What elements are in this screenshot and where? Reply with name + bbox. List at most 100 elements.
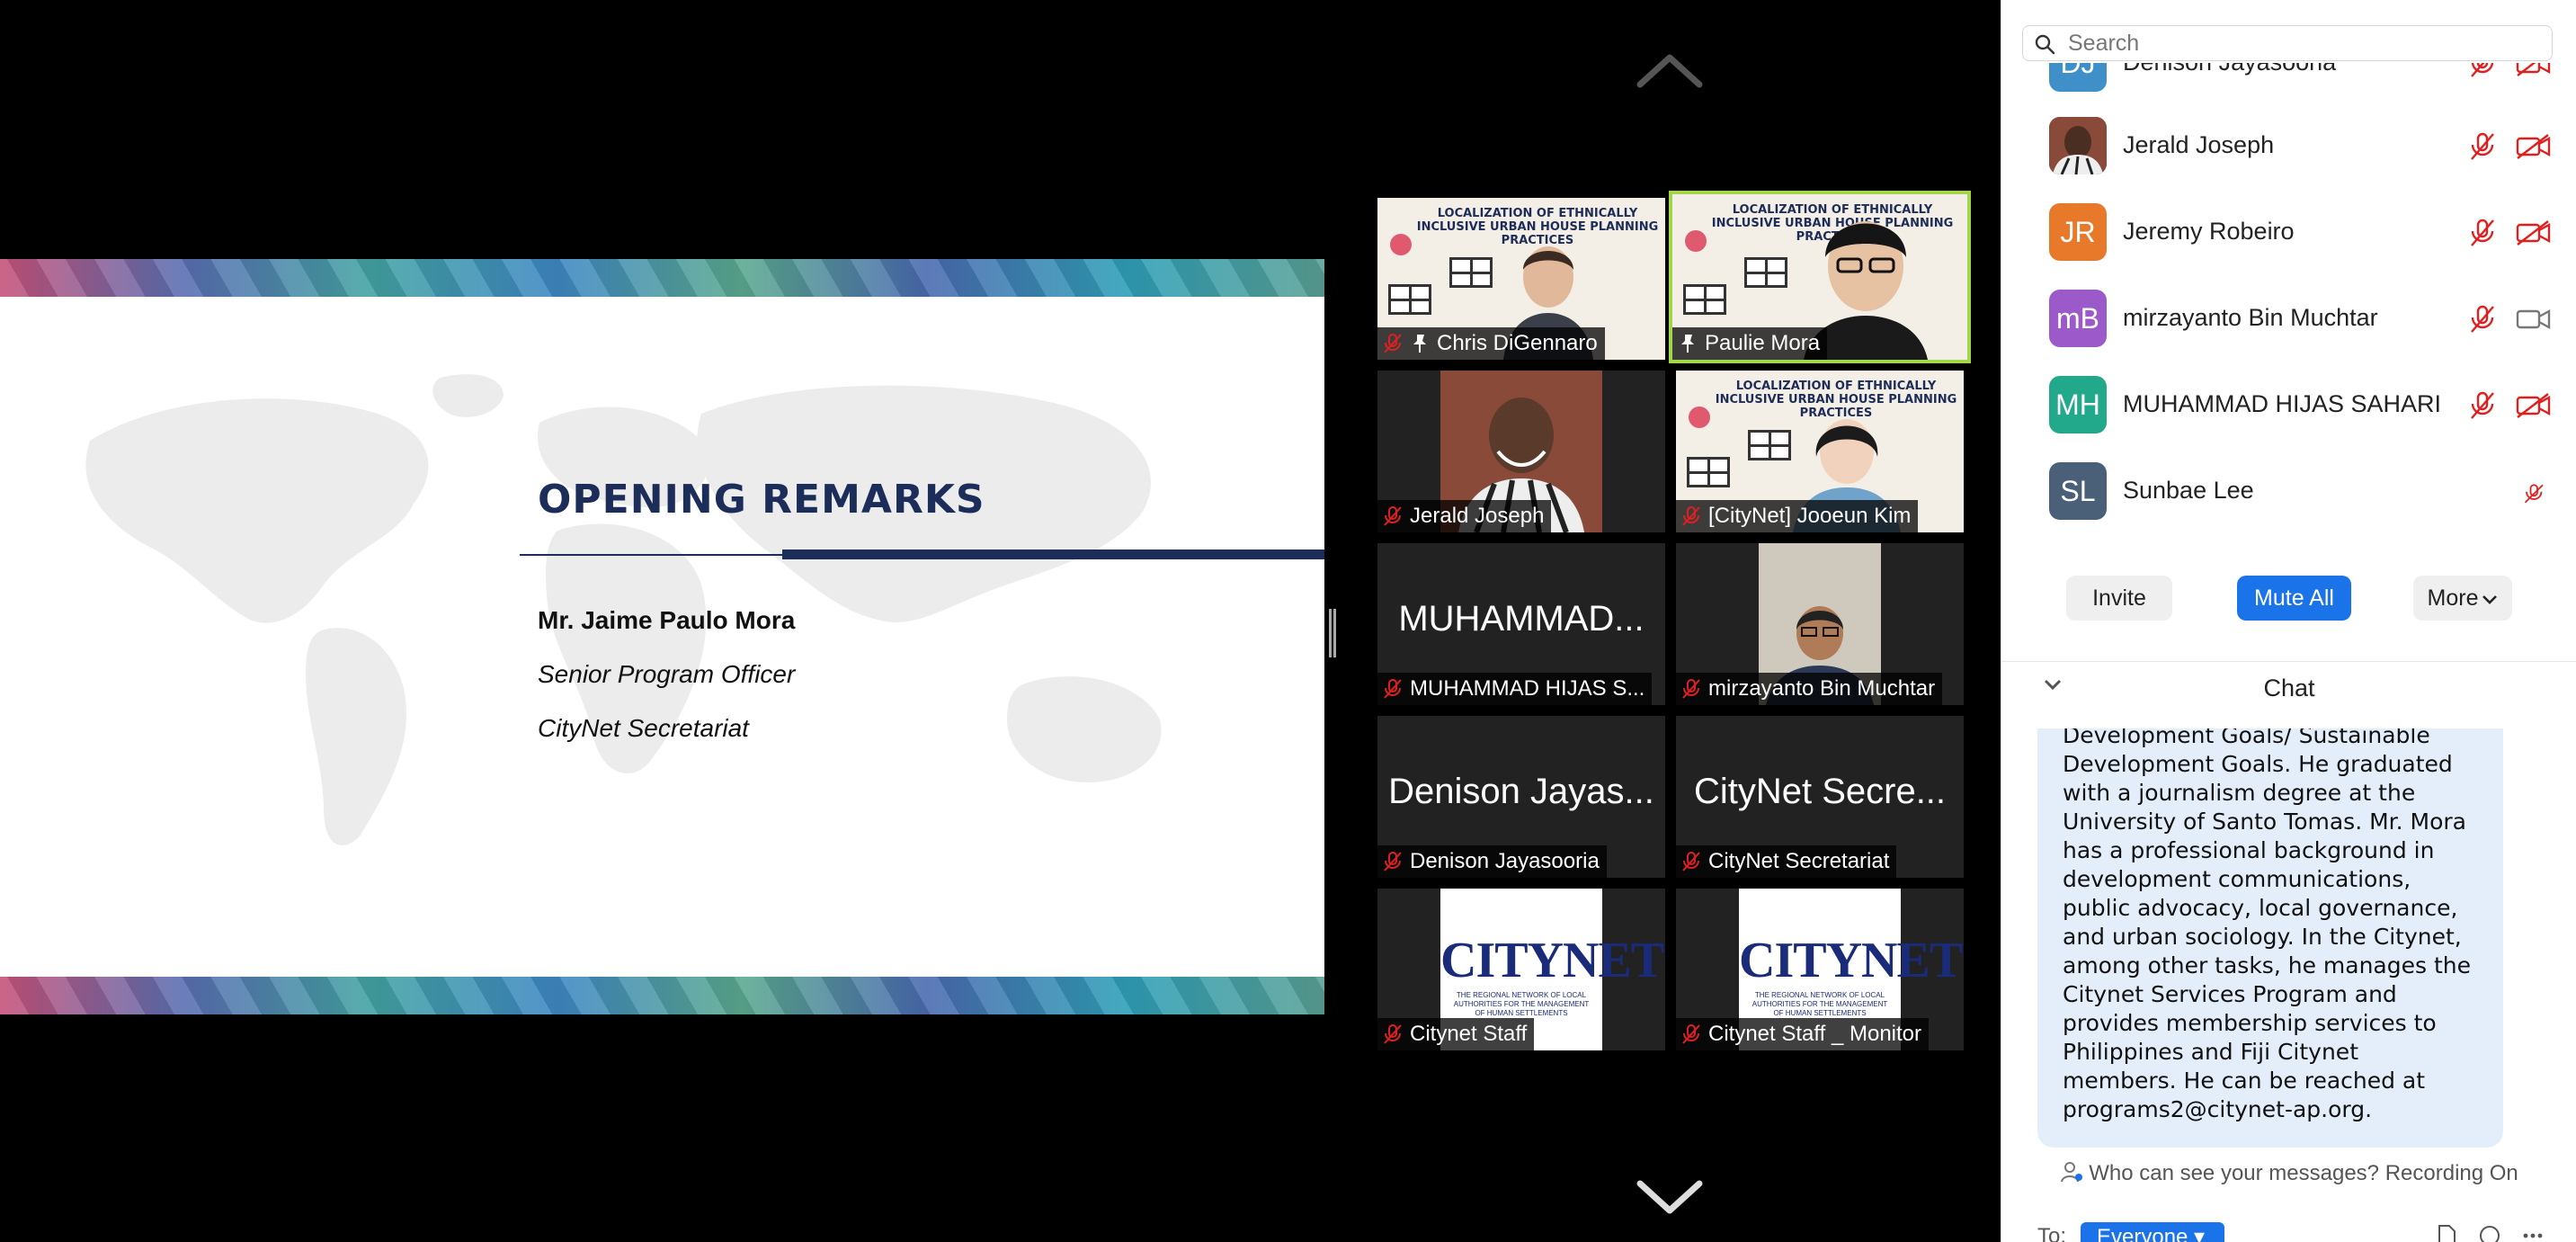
tile-name: Paulie Mora bbox=[1705, 331, 1821, 355]
mic-off-icon bbox=[1682, 852, 1700, 871]
mic-off-icon bbox=[1384, 679, 1402, 699]
participant-row[interactable]: mB mirzayanto Bin Muchtar bbox=[2001, 273, 2576, 360]
mic-off-icon bbox=[1384, 334, 1402, 353]
to-label: To: bbox=[2037, 1224, 2067, 1242]
participant-name: Jerald Joseph bbox=[2123, 131, 2275, 158]
tile-name-label: Citynet Staff _ Monitor bbox=[1676, 1018, 1929, 1050]
video-tile[interactable]: CITYNET THE REGIONAL NETWORK OF LOCAL AU… bbox=[1377, 889, 1665, 1050]
view-splitter-handle[interactable] bbox=[1329, 609, 1336, 657]
slide-top-stripe bbox=[0, 259, 1324, 297]
page-down-arrow-icon[interactable] bbox=[1636, 1180, 1703, 1216]
avatar: MH bbox=[2049, 376, 2107, 433]
tile-display-name: Denison Jayas... bbox=[1388, 772, 1654, 811]
logo-wordmark: CITYNET bbox=[1739, 933, 1963, 988]
mic-off-icon[interactable] bbox=[2469, 304, 2496, 335]
participant-name: Jeremy Robeiro bbox=[2123, 218, 2295, 245]
tile-name: Citynet Staff _ Monitor bbox=[1708, 1022, 1921, 1046]
video-tile[interactable]: Jerald Joseph bbox=[1377, 371, 1665, 532]
tile-name: MUHAMMAD HIJAS S... bbox=[1410, 676, 1645, 701]
file-icon[interactable] bbox=[2435, 1224, 2458, 1242]
avatar-photo bbox=[2049, 117, 2107, 174]
participant-name: MUHAMMAD HIJAS SAHARI bbox=[2123, 390, 2442, 417]
tile-name: Chris DiGennaro bbox=[1437, 331, 1598, 355]
video-off-icon[interactable] bbox=[2516, 392, 2552, 419]
mic-off-icon bbox=[1682, 506, 1700, 526]
slide-bottom-stripe bbox=[0, 977, 1324, 1014]
video-tile[interactable]: CITYNET THE REGIONAL NETWORK OF LOCAL AU… bbox=[1676, 889, 1964, 1050]
mic-off-icon[interactable] bbox=[2469, 63, 2496, 79]
more-button[interactable]: More bbox=[2413, 576, 2512, 621]
meeting-stage: OPENING REMARKS Mr. Jaime Paulo Mora Sen… bbox=[0, 0, 2001, 1242]
video-on-icon[interactable] bbox=[2516, 306, 2552, 333]
video-tile[interactable]: mirzayanto Bin Muchtar bbox=[1676, 543, 1964, 705]
person-info-icon bbox=[2061, 1162, 2083, 1183]
shared-screen-slide: OPENING REMARKS Mr. Jaime Paulo Mora Sen… bbox=[0, 217, 1324, 1053]
tile-name-label: Paulie Mora bbox=[1672, 327, 1828, 360]
mic-off-icon[interactable] bbox=[2521, 478, 2548, 509]
slide-body: OPENING REMARKS Mr. Jaime Paulo Mora Sen… bbox=[0, 297, 1324, 977]
chat-header: Chat bbox=[2001, 661, 2576, 711]
mic-off-icon bbox=[1384, 852, 1402, 871]
tile-name: Jerald Joseph bbox=[1410, 504, 1545, 528]
more-label: More bbox=[2427, 585, 2479, 611]
side-panel: DJ Denison Jayasooria Jerald Joseph JR J… bbox=[2001, 0, 2576, 1242]
video-off-icon[interactable] bbox=[2516, 63, 2552, 77]
tile-name: Denison Jayasooria bbox=[1410, 849, 1600, 873]
logo-subtitle: THE REGIONAL NETWORK OF LOCAL AUTHORITIE… bbox=[1752, 991, 1888, 1017]
participant-row[interactable]: DJ Denison Jayasooria bbox=[2001, 63, 2576, 104]
speaker-organization: CityNet Secretariat bbox=[538, 714, 749, 742]
chat-title: Chat bbox=[2263, 675, 2315, 701]
mic-off-icon[interactable] bbox=[2469, 390, 2496, 421]
mic-off-icon bbox=[1384, 506, 1402, 526]
chat-recipient-row: To: Everyone ▾ bbox=[2001, 1219, 2576, 1242]
speaker-role: Senior Program Officer bbox=[538, 660, 796, 688]
pin-icon bbox=[1413, 335, 1426, 353]
mic-off-icon bbox=[1384, 1024, 1402, 1044]
avatar: SL bbox=[2049, 462, 2107, 520]
tile-name: Citynet Staff bbox=[1410, 1022, 1528, 1046]
invite-button[interactable]: Invite bbox=[2066, 576, 2172, 621]
participant-list[interactable]: DJ Denison Jayasooria Jerald Joseph JR J… bbox=[2001, 63, 2576, 535]
emoji-icon[interactable] bbox=[2478, 1224, 2501, 1242]
video-tile-active-speaker[interactable]: LOCALIZATION OF ETHNICALLY INCLUSIVE URB… bbox=[1669, 191, 1971, 363]
avatar bbox=[2049, 117, 2107, 174]
avatar: mB bbox=[2049, 290, 2107, 347]
participant-row[interactable]: Jerald Joseph bbox=[2001, 101, 2576, 187]
video-tile[interactable]: LOCALIZATION OF ETHNICALLY INCLUSIVE URB… bbox=[1377, 198, 1665, 360]
avatar: JR bbox=[2049, 203, 2107, 261]
tile-display-name: MUHAMMAD... bbox=[1398, 599, 1645, 639]
video-off-icon[interactable] bbox=[2516, 133, 2552, 160]
mic-off-icon[interactable] bbox=[2469, 131, 2496, 162]
logo-subtitle: THE REGIONAL NETWORK OF LOCAL AUTHORITIE… bbox=[1453, 991, 1590, 1017]
participant-name: mirzayanto Bin Muchtar bbox=[2123, 304, 2378, 331]
video-tile[interactable]: Denison Jayas... Denison Jayasooria bbox=[1377, 716, 1665, 878]
participant-row[interactable]: MH MUHAMMAD HIJAS SAHARI bbox=[2001, 360, 2576, 446]
video-tile[interactable]: MUHAMMAD... MUHAMMAD HIJAS S... bbox=[1377, 543, 1665, 705]
tile-name: CityNet Secretariat bbox=[1708, 849, 1890, 873]
search-input[interactable] bbox=[2068, 30, 2536, 57]
tile-name: [CityNet] Jooeun Kim bbox=[1708, 504, 1912, 528]
slide-title: OPENING REMARKS bbox=[538, 477, 985, 523]
participant-search[interactable] bbox=[2022, 25, 2553, 61]
more-options-icon[interactable] bbox=[2521, 1224, 2545, 1242]
video-off-icon[interactable] bbox=[2516, 219, 2552, 246]
video-tile[interactable]: CityNet Secre... CityNet Secretariat bbox=[1676, 716, 1964, 878]
participant-row[interactable]: JR Jeremy Robeiro bbox=[2001, 187, 2576, 273]
participant-row[interactable]: SL Sunbae Lee bbox=[2001, 446, 2576, 532]
video-tile[interactable]: LOCALIZATION OF ETHNICALLY INCLUSIVE URB… bbox=[1676, 371, 1964, 532]
speaker-name: Mr. Jaime Paulo Mora bbox=[538, 606, 796, 634]
participant-name: Denison Jayasooria bbox=[2123, 63, 2336, 76]
mic-off-icon[interactable] bbox=[2469, 218, 2496, 248]
chat-visibility-notice[interactable]: Who can see your messages? Recording On bbox=[2001, 1160, 2576, 1196]
chat-message: Development Goals/ Sustainable Developme… bbox=[2037, 728, 2503, 1148]
participant-name: Sunbae Lee bbox=[2123, 477, 2254, 504]
avatar: DJ bbox=[2049, 63, 2107, 92]
logo-wordmark: CITYNET bbox=[1440, 933, 1664, 988]
tile-name-label: [CityNet] Jooeun Kim bbox=[1676, 500, 1919, 532]
page-up-arrow-icon[interactable] bbox=[1636, 52, 1703, 88]
tile-name-label: Citynet Staff bbox=[1377, 1018, 1535, 1050]
mute-all-button[interactable]: Mute All bbox=[2237, 576, 2351, 621]
chat-message-text: Development Goals/ Sustainable Developme… bbox=[2063, 728, 2471, 1122]
chat-visibility-text: Who can see your messages? Recording On bbox=[2089, 1161, 2518, 1185]
recipient-select[interactable]: Everyone ▾ bbox=[2081, 1222, 2224, 1242]
